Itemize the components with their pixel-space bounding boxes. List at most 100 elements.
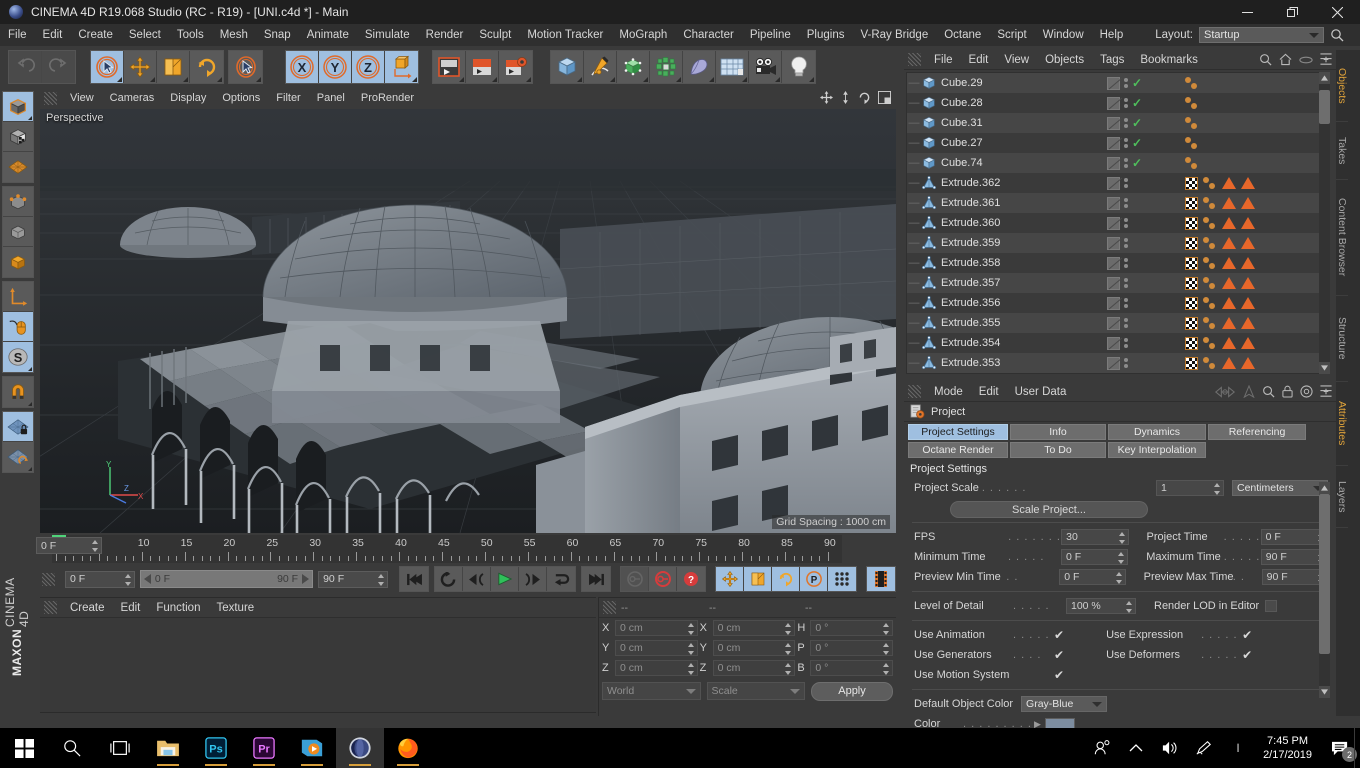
attribute-menu-edit[interactable]: Edit bbox=[971, 382, 1007, 402]
preview-range-bar[interactable]: 0 F 90 F bbox=[139, 570, 314, 588]
tree-expand-dash-icon[interactable]: — bbox=[907, 157, 921, 169]
show-hidden-icons-chevron[interactable] bbox=[1119, 728, 1153, 768]
viewport-menu-panel[interactable]: Panel bbox=[309, 88, 353, 109]
object-menu-objects[interactable]: Objects bbox=[1037, 50, 1092, 70]
parameter-key-toggle[interactable]: P bbox=[800, 567, 828, 591]
tree-expand-dash-icon[interactable]: — bbox=[907, 77, 921, 89]
menu-render[interactable]: Render bbox=[418, 24, 472, 46]
visibility-dots-icon[interactable] bbox=[1107, 256, 1120, 270]
material-menu-edit[interactable]: Edit bbox=[113, 598, 149, 618]
menu-motion-tracker[interactable]: Motion Tracker bbox=[519, 24, 611, 46]
menu-sculpt[interactable]: Sculpt bbox=[471, 24, 519, 46]
material-menu-create[interactable]: Create bbox=[62, 598, 113, 618]
extrude-tag-icon[interactable] bbox=[1222, 217, 1236, 229]
visibility-dots-icon[interactable] bbox=[1107, 156, 1120, 170]
tree-expand-dash-icon[interactable]: — bbox=[907, 257, 921, 269]
spinner-icon[interactable] bbox=[687, 623, 695, 635]
menu-simulate[interactable]: Simulate bbox=[357, 24, 418, 46]
extrude-tag-icon[interactable] bbox=[1222, 337, 1236, 349]
move-tool-button[interactable] bbox=[124, 51, 157, 83]
tab-project-settings[interactable]: Project Settings bbox=[908, 424, 1008, 440]
visibility-dots-icon[interactable] bbox=[1107, 356, 1120, 370]
scroll-up-icon[interactable] bbox=[1319, 72, 1330, 84]
cinema4d-button[interactable] bbox=[336, 728, 384, 768]
object-menu-tags[interactable]: Tags bbox=[1092, 50, 1132, 70]
tree-expand-dash-icon[interactable]: — bbox=[907, 197, 921, 209]
phong-tag-icon[interactable] bbox=[1203, 216, 1217, 230]
editor-render-visibility-dots[interactable] bbox=[1124, 78, 1128, 88]
scroll-down-icon[interactable] bbox=[1319, 686, 1330, 698]
default-object-color-dropdown[interactable]: Gray-Blue bbox=[1021, 696, 1108, 712]
phong-tag-icon[interactable] bbox=[1203, 236, 1217, 250]
home-icon[interactable] bbox=[1279, 53, 1292, 69]
dock-tab-structure[interactable]: Structure bbox=[1336, 296, 1348, 382]
use-motion-system-checkbox[interactable]: ✔ bbox=[1054, 669, 1064, 681]
enabled-check-icon[interactable]: ✓ bbox=[1132, 116, 1142, 130]
spinner-icon[interactable] bbox=[1125, 601, 1133, 613]
rotation-b-field[interactable]: 0 ° bbox=[810, 660, 894, 676]
tree-expand-dash-icon[interactable]: — bbox=[907, 357, 921, 369]
pan-icon[interactable] bbox=[820, 91, 833, 107]
timeline-current-frame-field[interactable]: 0 F bbox=[36, 537, 102, 554]
media-player-button[interactable] bbox=[288, 728, 336, 768]
polygons-mode-button[interactable] bbox=[3, 247, 33, 277]
play-button[interactable] bbox=[491, 567, 519, 591]
project-time-field[interactable]: 0 F bbox=[1260, 529, 1328, 545]
spinner-icon[interactable] bbox=[687, 663, 695, 675]
visibility-dots-icon[interactable] bbox=[1107, 76, 1120, 90]
point-level-animation-toggle[interactable] bbox=[828, 567, 856, 591]
add-camera-button[interactable] bbox=[749, 51, 782, 83]
position-y-field[interactable]: 0 cm bbox=[615, 640, 698, 656]
dock-tab-content-browser[interactable]: Content Browser bbox=[1336, 180, 1348, 296]
menu-mograph[interactable]: MoGraph bbox=[611, 24, 675, 46]
spinner-icon[interactable] bbox=[1118, 532, 1126, 544]
points-mode-button[interactable] bbox=[3, 187, 33, 217]
add-environment-button[interactable] bbox=[716, 51, 749, 83]
attribute-manager-grip-icon[interactable] bbox=[908, 385, 921, 398]
phong-tag-icon[interactable] bbox=[1185, 116, 1199, 130]
editor-render-visibility-dots[interactable] bbox=[1124, 298, 1128, 308]
extrude-tag-icon[interactable] bbox=[1222, 357, 1236, 369]
object-row[interactable]: — Extrude.360 bbox=[907, 213, 1325, 233]
object-row[interactable]: — Extrude.362 bbox=[907, 173, 1325, 193]
spinner-icon[interactable] bbox=[784, 643, 792, 655]
menu-mesh[interactable]: Mesh bbox=[212, 24, 256, 46]
object-row[interactable]: — Cube.29 ✓ bbox=[907, 73, 1325, 93]
clock[interactable]: 7:45 PM 2/17/2019 bbox=[1255, 728, 1320, 768]
menu-pipeline[interactable]: Pipeline bbox=[742, 24, 799, 46]
object-row[interactable]: — Extrude.354 bbox=[907, 333, 1325, 353]
extrude-tag-icon[interactable] bbox=[1241, 277, 1255, 289]
timeline-ruler[interactable]: 051015202530354045505560657075808590 bbox=[52, 535, 842, 563]
add-cube-button[interactable] bbox=[551, 51, 584, 83]
attribute-menu-user-data[interactable]: User Data bbox=[1007, 382, 1075, 402]
rotation-key-toggle[interactable] bbox=[772, 567, 800, 591]
dock-tab-objects[interactable]: Objects bbox=[1336, 50, 1348, 122]
history-back-icon[interactable] bbox=[1214, 385, 1236, 401]
extrude-tag-icon[interactable] bbox=[1241, 357, 1255, 369]
viewport-menu-display[interactable]: Display bbox=[162, 88, 214, 109]
viewport-menu-options[interactable]: Options bbox=[214, 88, 268, 109]
tree-expand-dash-icon[interactable]: — bbox=[907, 277, 921, 289]
spinner-icon[interactable] bbox=[124, 573, 132, 586]
menu-snap[interactable]: Snap bbox=[256, 24, 299, 46]
texture-tag-icon[interactable] bbox=[1185, 256, 1198, 270]
coordinate-system-dropdown[interactable]: World bbox=[602, 682, 701, 700]
object-row[interactable]: — Cube.28 ✓ bbox=[907, 93, 1325, 113]
scroll-up-icon[interactable] bbox=[1319, 482, 1330, 494]
tab-referencing[interactable]: Referencing bbox=[1208, 424, 1306, 440]
visibility-dots-icon[interactable] bbox=[1107, 136, 1120, 150]
object-menu-edit[interactable]: Edit bbox=[961, 50, 997, 70]
tree-expand-dash-icon[interactable]: — bbox=[907, 317, 921, 329]
start-button[interactable] bbox=[0, 728, 48, 768]
target-icon[interactable] bbox=[1300, 385, 1313, 401]
preview-min-time-field[interactable]: 0 F bbox=[1059, 569, 1126, 585]
phong-tag-icon[interactable] bbox=[1203, 196, 1217, 210]
extrude-tag-icon[interactable] bbox=[1222, 237, 1236, 249]
enabled-check-icon[interactable]: ✓ bbox=[1132, 96, 1142, 110]
close-button[interactable] bbox=[1315, 0, 1360, 24]
maximize-view-icon[interactable] bbox=[878, 91, 891, 107]
enable-axis-modification-button[interactable] bbox=[3, 312, 33, 342]
dolly-icon[interactable] bbox=[840, 91, 851, 107]
object-row[interactable]: — Extrude.361 bbox=[907, 193, 1325, 213]
scroll-down-icon[interactable] bbox=[1319, 362, 1330, 374]
